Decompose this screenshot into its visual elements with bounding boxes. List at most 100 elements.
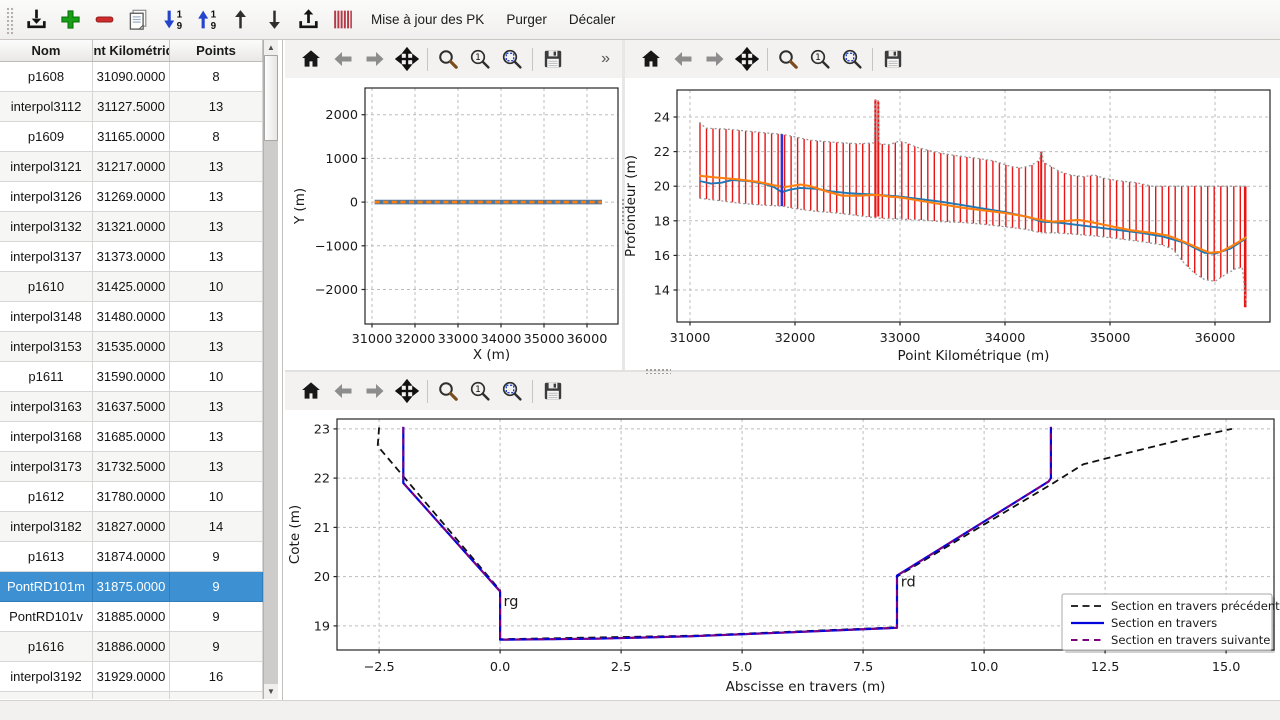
- back-button[interactable]: [329, 377, 358, 406]
- table-row[interactable]: interpol317331732.500013: [0, 452, 263, 482]
- table-row[interactable]: interpol313231321.000013: [0, 212, 263, 242]
- cell-pk: 31269.0000: [93, 182, 170, 212]
- table-row[interactable]: p160931165.00008: [0, 122, 263, 152]
- zoom-fit-button[interactable]: [498, 45, 527, 74]
- table-row[interactable]: interpol316831685.000013: [0, 422, 263, 452]
- forward-button[interactable]: [701, 45, 730, 74]
- table-row[interactable]: p161331874.00009: [0, 542, 263, 572]
- save-icon: [541, 47, 565, 71]
- import-icon: [24, 7, 49, 32]
- cell-nom: interpol3126: [0, 182, 93, 212]
- shift-button[interactable]: Décaler: [559, 5, 626, 34]
- home-button[interactable]: [297, 45, 326, 74]
- table-row[interactable]: PontRD101m31875.00009: [0, 572, 263, 602]
- save-button[interactable]: [539, 45, 568, 74]
- table-row[interactable]: interpol319231929.000016: [0, 662, 263, 692]
- remove-section-button[interactable]: [89, 4, 120, 35]
- cell-nom: interpol3137: [0, 242, 93, 272]
- cell-points: 13: [170, 92, 263, 122]
- table-row[interactable]: p161231780.000010: [0, 482, 263, 512]
- table-row[interactable]: p161131590.000010: [0, 362, 263, 392]
- home-button[interactable]: [637, 45, 666, 74]
- sort-descending-button[interactable]: 19: [191, 4, 222, 35]
- table-row[interactable]: interpol311231127.500013: [0, 92, 263, 122]
- cell-nom: PontRD101m: [0, 572, 93, 602]
- zoom-one-button[interactable]: 1: [806, 45, 835, 74]
- scroll-up-button[interactable]: ▲: [264, 40, 278, 55]
- cell-nom: interpol3163: [0, 392, 93, 422]
- toolbar-grip[interactable]: [5, 6, 14, 34]
- svg-text:1: 1: [475, 385, 481, 395]
- move-down-button[interactable]: [259, 4, 290, 35]
- column-header-points[interactable]: Points: [170, 40, 263, 61]
- table-row[interactable]: interpol316331637.500013: [0, 392, 263, 422]
- cell-nom: interpol3173: [0, 452, 93, 482]
- zoom-button[interactable]: [434, 45, 463, 74]
- plot-section-canvas[interactable]: −2.50.02.55.07.510.012.515.01920212223Ab…: [285, 410, 1280, 700]
- cell-points: 10: [170, 362, 263, 392]
- pan-button[interactable]: [733, 45, 762, 74]
- sort-ascending-button[interactable]: 19: [157, 4, 188, 35]
- plot-profile-canvas[interactable]: 3100032000330003400035000360001416182022…: [625, 78, 1280, 370]
- forward-button[interactable]: [361, 45, 390, 74]
- import-button[interactable]: [21, 4, 52, 35]
- svg-text:22: 22: [314, 472, 330, 487]
- zoom-button[interactable]: [774, 45, 803, 74]
- cell-nom: interpol3132: [0, 212, 93, 242]
- table-row[interactable]: interpol312631269.000013: [0, 182, 263, 212]
- table-row[interactable]: interpol314831480.000013: [0, 302, 263, 332]
- table-row[interactable]: p160831090.00008: [0, 62, 263, 92]
- zoom-fit-button[interactable]: [838, 45, 867, 74]
- scroll-down-button[interactable]: ▼: [264, 684, 278, 699]
- back-button[interactable]: [329, 45, 358, 74]
- toolbar-overflow-button[interactable]: »: [595, 49, 616, 69]
- export-button[interactable]: [293, 4, 324, 35]
- pan-button[interactable]: [393, 377, 422, 406]
- purge-button[interactable]: Purger: [496, 5, 557, 34]
- cell-nom: interpol3182: [0, 512, 93, 542]
- back-button[interactable]: [669, 45, 698, 74]
- zoom-icon: [776, 47, 800, 71]
- table-row[interactable]: interpol313731373.000013: [0, 242, 263, 272]
- zoom-button[interactable]: [434, 377, 463, 406]
- cell-nom: interpol3168: [0, 422, 93, 452]
- sections-button[interactable]: [327, 4, 358, 35]
- table-row[interactable]: p161631886.00009: [0, 632, 263, 662]
- svg-text:9: 9: [210, 21, 216, 32]
- zoom-one-button[interactable]: 1: [466, 377, 495, 406]
- home-button[interactable]: [297, 377, 326, 406]
- horizontal-splitter[interactable]: [285, 370, 1280, 372]
- plot-xy-canvas[interactable]: 310003200033000340003500036000−2000−1000…: [285, 78, 622, 370]
- cell-pk: 31875.0000: [93, 572, 170, 602]
- column-header-nom[interactable]: Nom: [0, 40, 93, 61]
- save-button[interactable]: [539, 377, 568, 406]
- table-row[interactable]: [0, 692, 263, 699]
- table-row[interactable]: interpol318231827.000014: [0, 512, 263, 542]
- svg-text:18: 18: [654, 214, 670, 229]
- pan-button[interactable]: [393, 45, 422, 74]
- vertical-splitter[interactable]: [622, 40, 625, 370]
- column-header-pk[interactable]: Point Kilométrique: [93, 40, 170, 61]
- svg-text:36000: 36000: [1195, 331, 1236, 346]
- move-up-button[interactable]: [225, 4, 256, 35]
- svg-text:0: 0: [350, 196, 358, 211]
- table-row[interactable]: interpol315331535.000013: [0, 332, 263, 362]
- table-scrollbar[interactable]: ▲ ▼: [263, 40, 278, 699]
- table-row[interactable]: p161031425.000010: [0, 272, 263, 302]
- update-pk-button[interactable]: Mise à jour des PK: [361, 5, 494, 34]
- duplicate-button[interactable]: [123, 4, 154, 35]
- cell-points: 13: [170, 392, 263, 422]
- svg-text:34000: 34000: [481, 332, 522, 347]
- save-button[interactable]: [879, 45, 908, 74]
- svg-text:31000: 31000: [352, 332, 393, 347]
- zoom-fit-button[interactable]: [498, 377, 527, 406]
- scrollbar-thumb[interactable]: [264, 55, 278, 141]
- table-row[interactable]: interpol312131217.000013: [0, 152, 263, 182]
- toolbar-separator: [532, 380, 533, 403]
- svg-text:32000: 32000: [775, 331, 816, 346]
- forward-button[interactable]: [361, 377, 390, 406]
- toolbar-separator: [872, 48, 873, 71]
- add-section-button[interactable]: [55, 4, 86, 35]
- table-row[interactable]: PontRD101v31885.00009: [0, 602, 263, 632]
- zoom-one-button[interactable]: 1: [466, 45, 495, 74]
